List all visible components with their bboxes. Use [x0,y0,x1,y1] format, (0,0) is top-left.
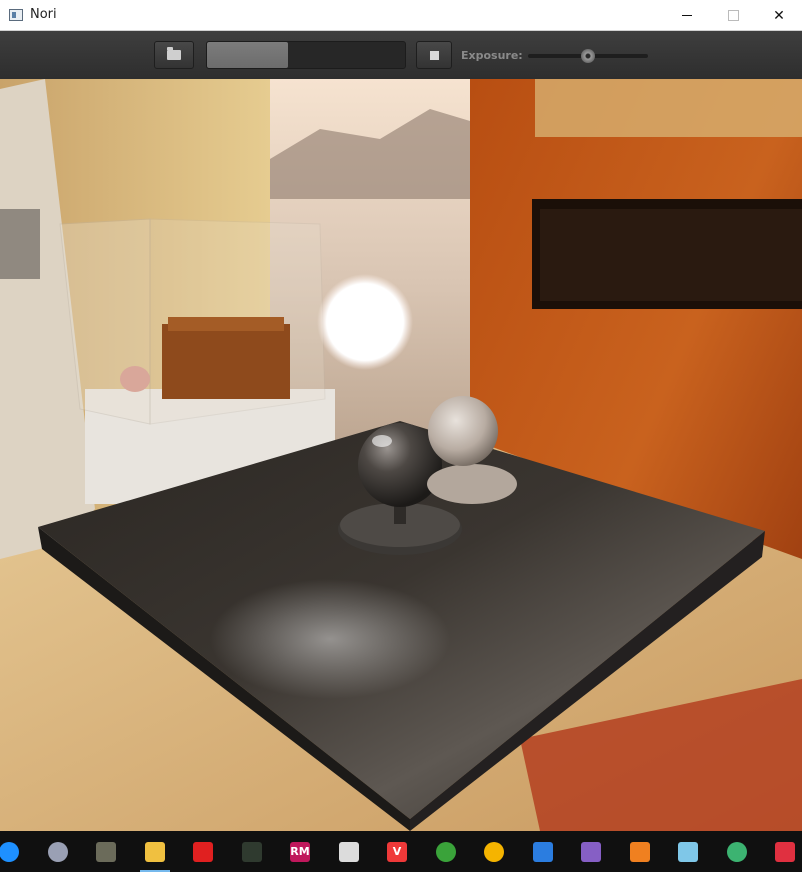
exposure-slider[interactable] [528,49,648,63]
settings-app-icon [0,841,19,862]
terminal-app-icon [241,841,262,862]
chrome-canary-app-icon [484,841,504,862]
notes-app-icon [678,841,698,862]
render-toolbar: Exposure: [0,31,802,79]
globe-app-icon [435,841,456,862]
taskbar-item[interactable] [83,831,129,872]
visual-studio-app-icon [581,841,601,862]
taskbar-item[interactable] [665,831,711,872]
taskbar-item[interactable] [520,831,566,872]
close-button[interactable]: ✕ [756,0,802,31]
window-title: Nori [30,7,57,22]
taskbar-item[interactable] [423,831,469,872]
render-progress-bar [206,41,406,69]
stop-icon [429,50,439,60]
area-light [317,274,413,370]
file-explorer-icon [144,841,165,862]
maximize-icon [727,10,739,21]
app-window-icon [9,9,23,21]
rubymine-app-icon: RM [290,841,310,862]
atom-app-icon [726,841,747,862]
minimize-icon [682,15,692,16]
taskbar-item[interactable]: RM [277,831,323,872]
maximize-button[interactable] [710,0,756,31]
rendered-image [0,79,802,831]
open-scene-button[interactable] [154,41,194,69]
folder-icon [167,47,181,60]
window-titlebar: Nori ✕ [0,0,802,31]
app-grid-icon [775,841,795,862]
taskbar-item[interactable] [617,831,663,872]
taskbar-item[interactable] [326,831,372,872]
taskbar-item[interactable] [229,831,275,872]
minimize-button[interactable] [664,0,710,31]
exposure-slider-thumb[interactable] [581,49,595,63]
stop-render-button[interactable] [416,41,452,69]
taskbar-item[interactable] [180,831,226,872]
scratch-app-icon [193,841,213,862]
taskbar-item[interactable] [471,831,517,872]
render-progress-fill [207,42,289,68]
search-tool-app-icon [629,841,650,862]
taskbar-item[interactable] [132,831,178,872]
close-icon: ✕ [773,7,785,24]
vivaldi-app-icon: V [387,841,407,862]
render-viewport[interactable] [0,79,802,831]
taskbar-item[interactable] [568,831,614,872]
windows-taskbar: RM V [0,831,802,872]
taskbar-item[interactable]: V [374,831,420,872]
exposure-label: Exposure: [461,49,523,62]
network-app-icon [532,841,553,862]
taskbar-item[interactable] [762,831,802,872]
dvd-app-icon [47,841,68,862]
gimp-app-icon [96,841,116,862]
taskbar-item[interactable] [714,831,760,872]
taskbar-item[interactable] [35,831,81,872]
inkscape-app-icon [338,841,359,862]
taskbar-item[interactable] [0,831,32,872]
